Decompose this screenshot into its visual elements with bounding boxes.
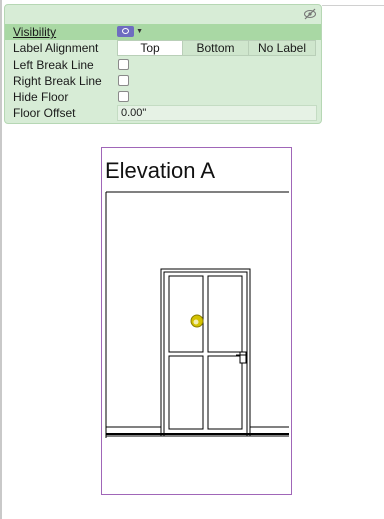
label-alignment-segmented: Top Bottom No Label bbox=[117, 40, 316, 56]
visibility-label[interactable]: Visibility bbox=[13, 25, 56, 39]
left-border-strip bbox=[0, 0, 2, 519]
eye-icon bbox=[117, 26, 135, 37]
door-frame-inner bbox=[163, 271, 248, 437]
right-break-line-row: Right Break Line bbox=[5, 73, 321, 89]
top-divider bbox=[322, 5, 384, 6]
left-break-line-checkbox[interactable] bbox=[118, 59, 129, 70]
door-panel-bottom-left bbox=[168, 355, 204, 430]
floor-offset-label: Floor Offset bbox=[13, 106, 76, 120]
left-break-line-row: Left Break Line bbox=[5, 57, 321, 73]
hide-floor-label: Hide Floor bbox=[13, 90, 69, 104]
elevation-drawing bbox=[105, 191, 289, 438]
eye-slash-icon[interactable] bbox=[303, 8, 317, 20]
elevation-sheet[interactable]: Elevation A bbox=[101, 147, 292, 495]
alignment-bottom-button[interactable]: Bottom bbox=[183, 41, 249, 55]
properties-panel: Visibility ▼ Label Alignment Top Bottom … bbox=[4, 4, 322, 124]
label-alignment-row: Label Alignment Top Bottom No Label bbox=[5, 40, 321, 56]
right-break-line-checkbox[interactable] bbox=[118, 75, 129, 86]
hide-floor-checkbox[interactable] bbox=[118, 91, 129, 102]
floor-offset-field[interactable]: 0.00" bbox=[117, 105, 317, 121]
floor-offset-row: Floor Offset 0.00" bbox=[5, 105, 321, 121]
caret-down-icon: ▼ bbox=[136, 28, 143, 35]
label-alignment-label: Label Alignment bbox=[13, 41, 99, 55]
right-break-line-label: Right Break Line bbox=[13, 74, 102, 88]
visibility-row: Visibility ▼ bbox=[5, 24, 321, 40]
visibility-dropdown[interactable]: ▼ bbox=[117, 25, 143, 38]
door-panel-top-left bbox=[168, 275, 204, 353]
left-break-line-label: Left Break Line bbox=[13, 58, 94, 72]
hide-floor-row: Hide Floor bbox=[5, 89, 321, 105]
door-handle bbox=[239, 351, 247, 364]
door-panel-bottom-right bbox=[207, 355, 243, 430]
alignment-no-label-button[interactable]: No Label bbox=[249, 41, 315, 55]
door-panel-top-right bbox=[207, 275, 243, 353]
alignment-top-button[interactable]: Top bbox=[118, 41, 183, 55]
